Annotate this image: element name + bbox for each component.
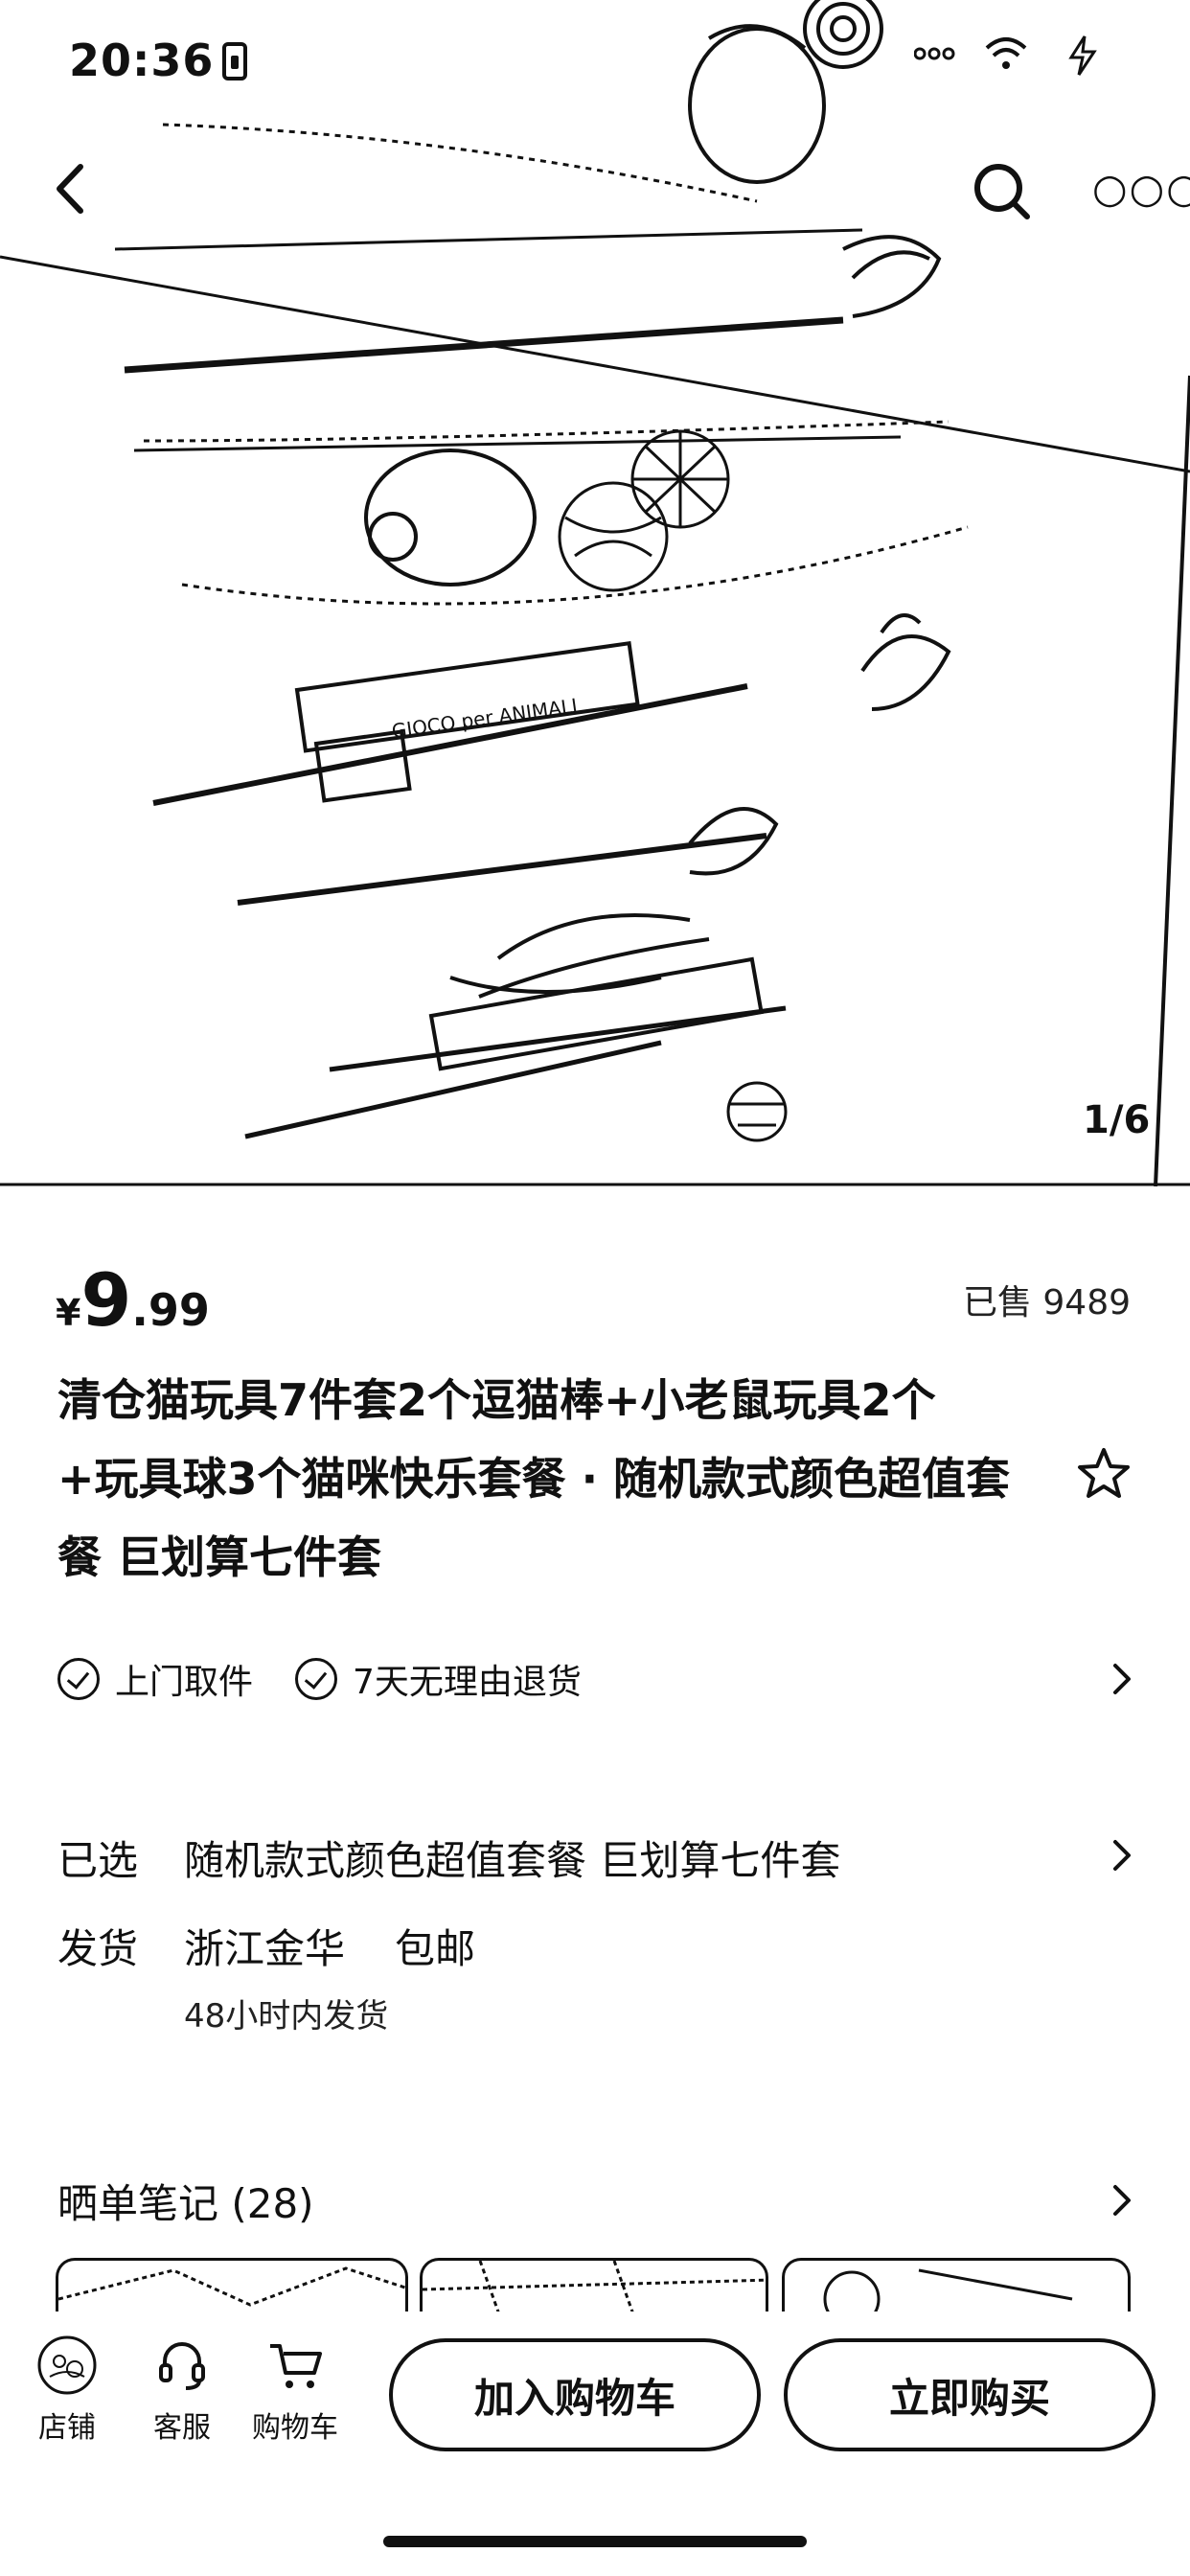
service-guarantees[interactable]: 上门取件 7天无理由退货 — [57, 1652, 624, 1706]
check-circle-icon — [57, 1658, 100, 1700]
headset-icon — [159, 2342, 205, 2390]
price-currency: ¥ — [56, 1292, 81, 1334]
selected-option-row[interactable]: 已选 随机款式颜色超值套餐 巨划算七件套 — [57, 1828, 840, 1887]
shipping-origin: 浙江金华 — [184, 1925, 346, 1972]
wifi-icon — [983, 34, 1029, 81]
service-label: 7天无理由退货 — [353, 1663, 582, 1702]
check-circle-icon — [295, 1658, 338, 1700]
review-notes-title[interactable]: 晒单笔记 (28) — [57, 2172, 314, 2230]
chevron-right-icon[interactable] — [1102, 2181, 1140, 2220]
add-to-cart-button[interactable]: 加入购物车 — [389, 2338, 761, 2451]
battery-charging-icon — [1064, 34, 1102, 85]
service-label: 客服 — [153, 2411, 211, 2445]
sim-card-icon — [222, 42, 247, 80]
shipping-fee: 包邮 — [395, 1925, 476, 1972]
shipping-time: 48小时内发货 — [184, 1997, 389, 2036]
signal-dots-icon — [913, 34, 956, 77]
cart-label: 购物车 — [252, 2411, 338, 2445]
chevron-right-icon[interactable] — [1102, 1836, 1140, 1874]
home-indicator[interactable] — [383, 2536, 807, 2547]
selected-label: 已选 — [57, 1837, 139, 1884]
shipping-row: 发货 浙江金华 包邮 — [57, 1917, 475, 1975]
shipping-label: 发货 — [57, 1925, 139, 1972]
service-item: 上门取件 — [57, 1654, 253, 1704]
star-icon — [1078, 1448, 1130, 1498]
search-icon — [974, 164, 1030, 219]
chevron-right-icon[interactable] — [1102, 1660, 1140, 1698]
customer-service-button[interactable]: 客服 — [134, 2334, 230, 2446]
buy-now-button[interactable]: 立即购买 — [784, 2338, 1156, 2451]
store-avatar-icon — [37, 2335, 97, 2395]
more-button[interactable]: ○○○ — [1092, 163, 1190, 215]
back-button[interactable] — [42, 155, 100, 222]
back-arrow-icon — [57, 164, 83, 214]
shopping-cart-icon — [270, 2344, 322, 2388]
sold-count: 已售 9489 — [962, 1283, 1131, 1322]
selected-value: 随机款式颜色超值套餐 巨划算七件套 — [184, 1837, 841, 1884]
price-integer: 9 — [80, 1257, 132, 1343]
favorite-button[interactable] — [1075, 1445, 1133, 1503]
store-button[interactable]: 店铺 — [19, 2334, 115, 2446]
search-button[interactable] — [968, 157, 1035, 224]
price-decimal: .99 — [131, 1284, 210, 1336]
review-thumbnail[interactable] — [56, 2258, 408, 2312]
price: ¥9.99 — [56, 1257, 210, 1343]
store-label: 店铺 — [38, 2411, 96, 2445]
review-thumbnail[interactable] — [782, 2258, 1131, 2312]
status-time: 20:36 — [69, 34, 215, 86]
service-label: 上门取件 — [115, 1663, 254, 1702]
cart-button[interactable]: 购物车 — [247, 2334, 343, 2446]
status-bar: 20:36 — [0, 0, 1190, 134]
product-title: 清仓猫玩具7件套2个逗猫棒+小老鼠玩具2个+玩具球3个猫咪快乐套餐 · 随机款式… — [57, 1374, 1011, 1583]
service-item: 7天无理由退货 — [295, 1654, 582, 1704]
review-thumbnail[interactable] — [420, 2258, 768, 2312]
image-counter: 1/6 — [1083, 1098, 1151, 1142]
